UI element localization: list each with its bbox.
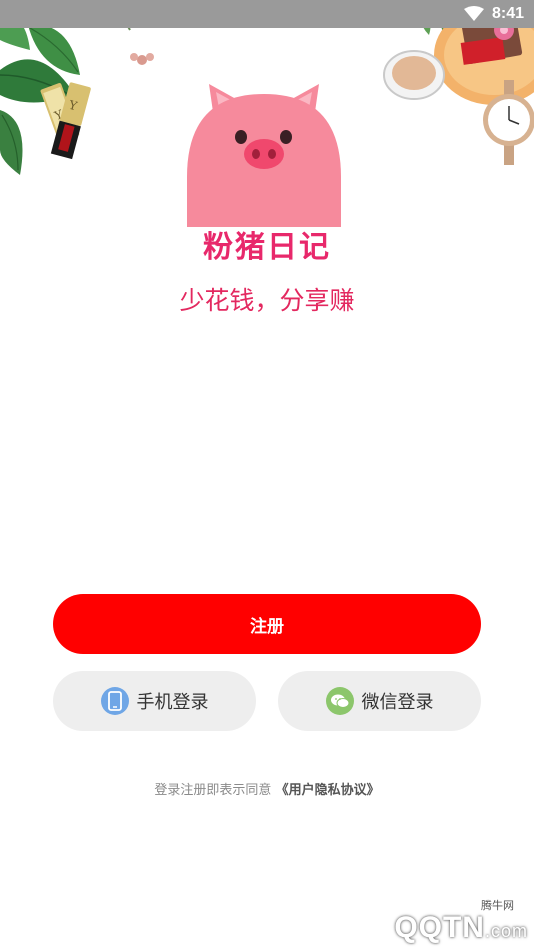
agreement-text: 登录注册即表示同意 bbox=[154, 783, 272, 798]
wechat-login-label: 微信登录 bbox=[361, 692, 434, 713]
status-bar: 8:41 bbox=[0, 0, 534, 28]
watermark-brand: QQTN bbox=[394, 911, 485, 944]
wechat-login-button[interactable]: 微信登录 bbox=[278, 671, 481, 731]
qqtn-watermark: 腾牛网 QQTN.com bbox=[318, 897, 528, 945]
app-name: 粉猪日记 bbox=[203, 230, 331, 265]
login-screen: 8:41 Y Y 粉猪日记 少花钱，分享赚 注册 手机登录 微信登录 登录注册即… bbox=[0, 0, 534, 949]
pig-logo-icon bbox=[183, 82, 345, 227]
phone-login-button[interactable]: 手机登录 bbox=[53, 671, 256, 731]
status-right: 8:41 bbox=[463, 0, 524, 28]
status-time: 8:41 bbox=[491, 5, 524, 22]
watermark-suffix: .com bbox=[484, 921, 528, 941]
wifi-icon bbox=[463, 6, 484, 22]
wechat-icon bbox=[325, 687, 354, 715]
agreement-notice: 登录注册即表示同意 《用户隐私协议》 bbox=[0, 779, 534, 798]
watermark-main-text: QQTN.com bbox=[394, 911, 528, 945]
register-button[interactable]: 注册 bbox=[53, 594, 481, 654]
phone-login-label: 手机登录 bbox=[136, 692, 209, 713]
privacy-agreement-link[interactable]: 《用户隐私协议》 bbox=[276, 783, 380, 798]
app-slogan: 少花钱，分享赚 bbox=[179, 286, 355, 315]
decoration-leaves-left: Y Y bbox=[0, 0, 190, 210]
phone-icon bbox=[100, 687, 129, 715]
